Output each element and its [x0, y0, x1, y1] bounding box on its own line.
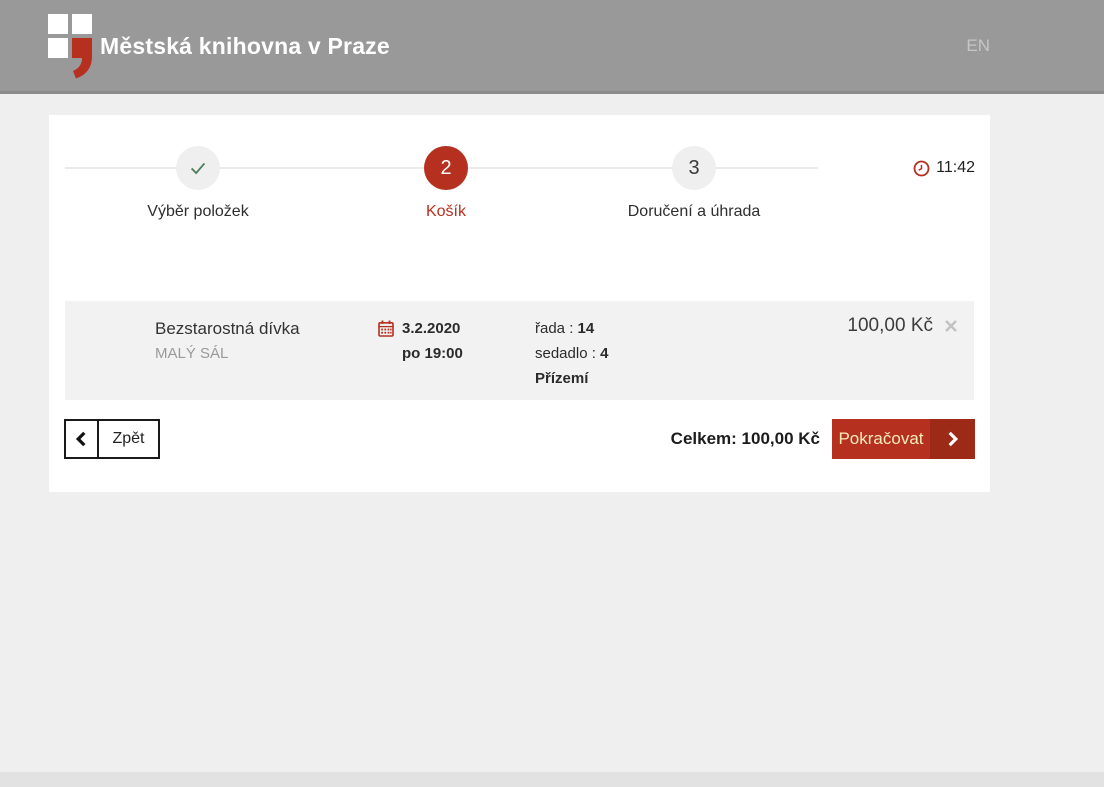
event-time: po 19:00 [402, 345, 463, 362]
item-price: 100,00 Kč [847, 315, 933, 336]
check-icon [190, 162, 206, 175]
page: Městská knihovna v Praze EN 2 3 Výběr po… [0, 0, 1104, 787]
continue-button-label: Pokračovat [838, 429, 924, 448]
language-toggle-en[interactable]: EN [966, 36, 990, 56]
row-value: 14 [577, 320, 595, 337]
chevron-left-icon [66, 421, 99, 457]
cart-item-seat-info: řada : 14 sedadlo : 4 Přízemí [535, 316, 608, 391]
remove-item-button[interactable] [943, 318, 959, 334]
seat-label: sedadlo : [535, 345, 596, 362]
event-venue: MALÝ SÁL [155, 345, 229, 362]
app-header: Městská knihovna v Praze EN [0, 0, 1104, 94]
step-2-label: Košík [425, 203, 466, 220]
actions-right: Celkem: 100,00 Kč Pokračovat [671, 419, 975, 459]
event-title: Bezstarostná dívka [155, 319, 300, 338]
continue-button[interactable]: Pokračovat [832, 419, 975, 459]
footer-strip [0, 772, 1104, 787]
step-3-label: Doručení a úhrada [627, 203, 761, 220]
library-logo-icon [48, 14, 92, 79]
close-icon [945, 320, 957, 332]
session-timer-value: 11:42 [936, 159, 975, 176]
app-title: Městská knihovna v Praze [100, 33, 390, 59]
row-line: řada : 14 [535, 316, 608, 341]
step-3-number: 3 [688, 156, 700, 179]
clock-icon [913, 160, 930, 176]
chevron-right-icon [930, 419, 975, 459]
cart-item-datetime: 3.2.2020 po 19:00 [378, 316, 463, 366]
step-1-label: Výběr položek [147, 203, 249, 220]
step-3-indicator: 3 [672, 146, 716, 190]
cart-item-heading: Bezstarostná dívka MALÝ SÁL [155, 316, 300, 366]
back-button-label: Zpět [112, 430, 145, 447]
seat-line: sedadlo : 4 [535, 341, 608, 366]
step-1-indicator [176, 146, 220, 190]
session-timer: 11:42 [913, 159, 975, 177]
calendar-icon [378, 320, 394, 337]
step-2-indicator: 2 [424, 146, 468, 190]
row-label: řada : [535, 320, 574, 337]
section-name: Přízemí [535, 370, 589, 387]
cart-item-price-area: 100,00 Kč [847, 315, 959, 337]
step-2-number: 2 [440, 156, 452, 179]
back-button[interactable]: Zpět [64, 419, 160, 459]
checkout-card: 2 3 Výběr položek Košík Doručení a úhrad… [49, 115, 990, 492]
seat-value: 4 [600, 345, 609, 362]
cart-item-row: Bezstarostná dívka MALÝ SÁL 3.2.2020 po … [65, 301, 974, 400]
datetime-lines: 3.2.2020 po 19:00 [402, 316, 463, 366]
event-date: 3.2.2020 [402, 320, 461, 337]
cart-total: Celkem: 100,00 Kč [670, 429, 820, 448]
